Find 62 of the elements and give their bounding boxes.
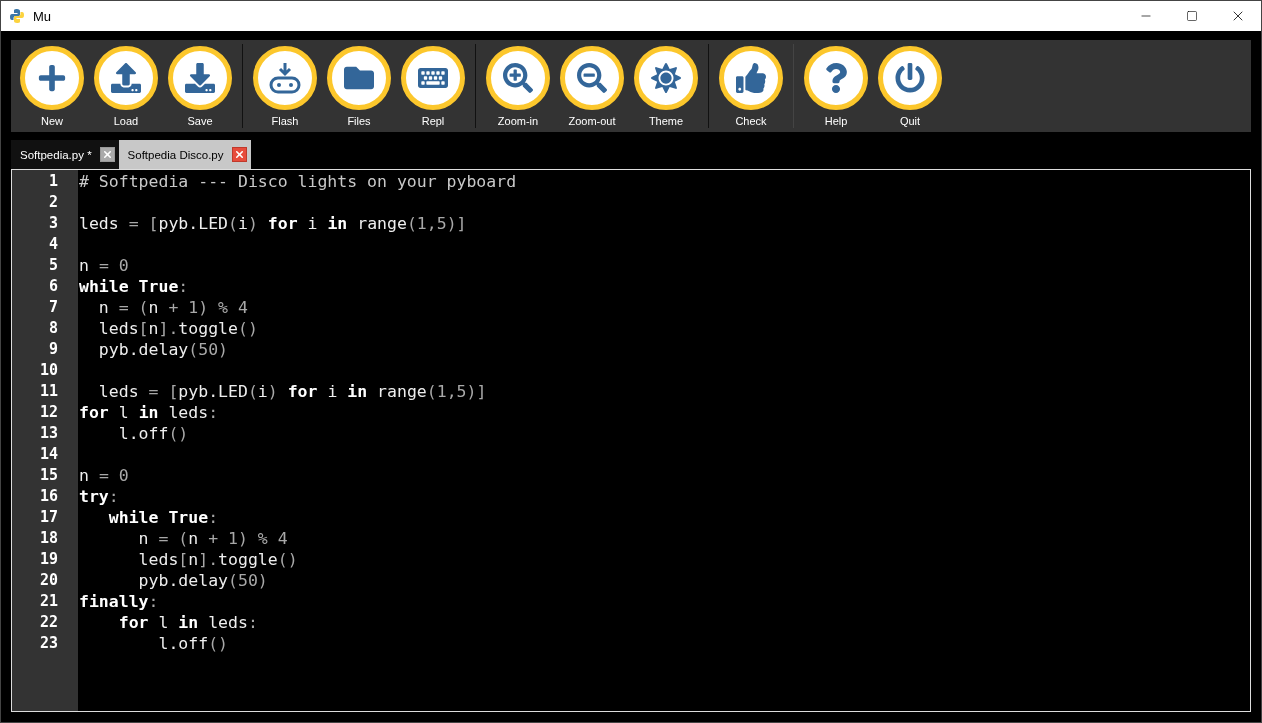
code-line: finally: — [79, 591, 160, 612]
line-number: 7 — [47, 297, 59, 318]
code-line: while True: — [107, 507, 220, 528]
line-number: 4 — [47, 234, 59, 255]
line-number: 2 — [47, 192, 59, 213]
code-line: pyb.delay(50) — [97, 339, 230, 360]
sun-icon — [651, 63, 681, 93]
line-number: 22 — [38, 612, 59, 633]
line-number: 15 — [38, 465, 59, 486]
line-number: 12 — [38, 402, 59, 423]
file-tab[interactable]: Softpedia Disco.py — [118, 140, 251, 169]
code-line: # Softpedia --- Disco lights on your pyboard — [79, 171, 518, 192]
tab-label: Softpedia Disco.py — [127, 148, 224, 161]
close-icon — [101, 149, 113, 160]
close-icon — [233, 149, 245, 160]
tab-close-button[interactable] — [99, 147, 115, 162]
line-number: 13 — [38, 423, 59, 444]
code-line: n = (n + 1) % 4 — [97, 297, 249, 318]
line-number: 19 — [38, 549, 59, 570]
line-number: 21 — [38, 591, 59, 612]
python-logo-icon — [9, 8, 25, 24]
code-line: leds[n].toggle() — [137, 549, 299, 570]
zoom-in-icon — [503, 63, 533, 93]
power-icon — [895, 63, 925, 93]
line-number: 9 — [47, 339, 59, 360]
thumbs-up-icon — [736, 63, 766, 93]
file-tab[interactable]: Softpedia.py * — [11, 140, 119, 169]
code-line: n = 0 — [79, 465, 130, 486]
code-line: pyb.delay(50) — [137, 570, 269, 591]
zoom-out-icon — [577, 63, 607, 93]
code-line: for l in leds: — [79, 402, 220, 423]
code-line: l.off() — [117, 423, 190, 444]
tab-label: Softpedia.py * — [20, 148, 92, 161]
maximize-icon — [1186, 10, 1198, 22]
code-line: n = 0 — [79, 255, 130, 276]
download-icon — [185, 63, 215, 93]
line-number: 1 — [47, 171, 59, 192]
line-number: 20 — [38, 570, 59, 591]
code-line: leds[n].toggle() — [97, 318, 259, 339]
code-line: l.off() — [157, 633, 229, 654]
plus-icon — [37, 63, 67, 93]
window-title: Mu — [33, 8, 53, 24]
device-download-icon — [268, 61, 302, 95]
line-number: 16 — [38, 486, 59, 507]
line-number: 6 — [47, 276, 59, 297]
code-line: try: — [79, 486, 120, 507]
code-line: while True: — [79, 276, 190, 297]
line-number: 5 — [47, 255, 59, 276]
line-number: 14 — [38, 444, 59, 465]
code-line: for l in leds: — [117, 612, 259, 633]
line-number: 18 — [38, 528, 59, 549]
code-line: leds = [pyb.LED(i) for i in range(1,5)] — [79, 213, 468, 234]
line-number: 17 — [38, 507, 59, 528]
line-number: 8 — [47, 318, 59, 339]
upload-icon — [111, 63, 141, 93]
line-number: 3 — [47, 213, 59, 234]
line-number: 23 — [38, 633, 59, 654]
code-line: leds = [pyb.LED(i) for i in range(1,5)] — [97, 381, 488, 402]
line-number: 10 — [38, 360, 59, 381]
code-line: n = (n + 1) % 4 — [137, 528, 289, 549]
line-number: 11 — [38, 381, 59, 402]
code-editor[interactable] — [11, 169, 1251, 712]
